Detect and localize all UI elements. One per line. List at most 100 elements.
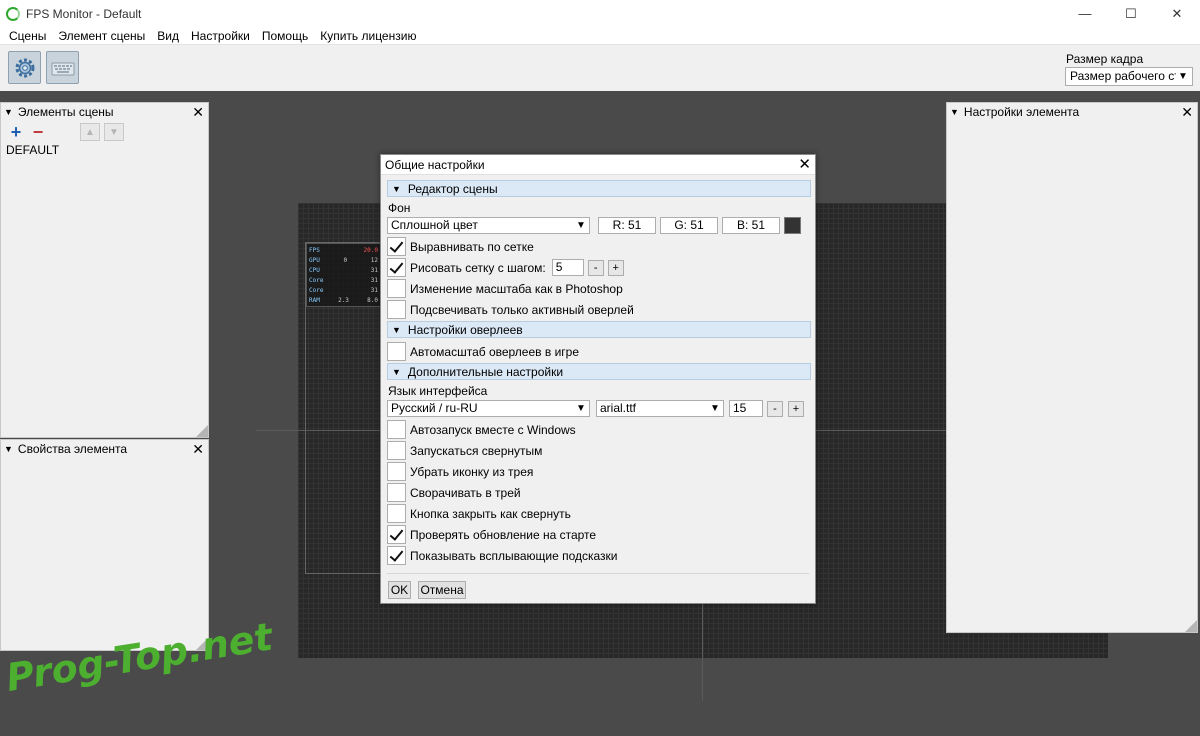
panel-header: ▼ Настройки элемента ✕ bbox=[947, 103, 1197, 121]
collapse-triangle-icon: ▼ bbox=[392, 183, 401, 194]
color-swatch[interactable] bbox=[784, 217, 801, 234]
option-auto-scale[interactable]: Автомасштаб оверлеев в игре bbox=[387, 342, 811, 361]
move-down-button[interactable]: ▼ bbox=[104, 123, 124, 141]
checkbox[interactable] bbox=[387, 483, 406, 502]
background-label: Фон bbox=[388, 201, 411, 215]
font-size-increase-button[interactable]: + bbox=[788, 400, 804, 417]
frame-size-select[interactable]: Размер рабочего ст ▼ bbox=[1065, 67, 1193, 86]
resize-grip-icon[interactable] bbox=[1185, 620, 1197, 632]
option-start-minimized[interactable]: Запускаться свернутым bbox=[387, 441, 811, 460]
option-autostart[interactable]: Автозапуск вместе с Windows bbox=[387, 420, 811, 439]
minimize-button[interactable]: — bbox=[1062, 0, 1108, 27]
section-title: Дополнительные настройки bbox=[407, 364, 564, 379]
background-mode-select[interactable]: Сплошной цвет ▼ bbox=[387, 217, 590, 234]
option-close-as-minimize[interactable]: Кнопка закрыть как свернуть bbox=[387, 504, 811, 523]
panel-title: Настройки элемента bbox=[963, 105, 1080, 119]
overlay-row: FPS 20.0 bbox=[309, 247, 378, 254]
green-field[interactable]: G: 51 bbox=[660, 217, 718, 234]
section-overlay-settings[interactable]: ▼ Настройки оверлеев bbox=[387, 321, 811, 338]
dialog-title-bar: Общие настройки ✕ bbox=[381, 155, 815, 175]
collapse-triangle-icon[interactable]: ▼ bbox=[950, 107, 959, 117]
option-show-tooltips[interactable]: Показывать всплывающие подсказки bbox=[387, 546, 811, 565]
collapse-triangle-icon: ▼ bbox=[392, 324, 401, 335]
checkbox[interactable] bbox=[387, 546, 406, 565]
overlay-preview[interactable]: FPS 20.0 GPU 0 12 CPU 31 Core 31 Core 31 RAM 2.… bbox=[306, 243, 381, 307]
option-check-updates[interactable]: Проверять обновление на старте bbox=[387, 525, 811, 544]
option-draw-grid[interactable]: Рисовать сетку с шагом: 5 - + bbox=[387, 258, 811, 277]
hotkeys-button[interactable] bbox=[46, 51, 79, 84]
checkbox[interactable] bbox=[387, 342, 406, 361]
maximize-button[interactable]: ☐ bbox=[1108, 0, 1154, 27]
window-title: FPS Monitor - Default bbox=[26, 6, 142, 21]
option-highlight-active[interactable]: Подсвечивать только активный оверлей bbox=[387, 300, 811, 319]
option-hide-tray-icon[interactable]: Убрать иконку из трея bbox=[387, 462, 811, 481]
panel-header: ▼ Свойства элемента ✕ bbox=[1, 440, 208, 458]
general-settings-button[interactable] bbox=[8, 51, 41, 84]
close-window-button[interactable]: ✕ bbox=[1154, 0, 1200, 27]
scene-list-item[interactable]: DEFAULT bbox=[1, 143, 208, 157]
close-icon[interactable]: ✕ bbox=[192, 441, 204, 457]
add-element-button[interactable]: + bbox=[6, 122, 26, 142]
checkbox[interactable] bbox=[387, 441, 406, 460]
chevron-down-icon: ▼ bbox=[576, 403, 586, 414]
close-icon[interactable]: ✕ bbox=[192, 104, 204, 120]
menu-settings[interactable]: Настройки bbox=[185, 27, 256, 45]
menu-help[interactable]: Помощь bbox=[256, 27, 314, 45]
close-icon[interactable]: ✕ bbox=[798, 156, 811, 173]
grid-step-increase-button[interactable]: + bbox=[607, 259, 624, 276]
checkbox[interactable] bbox=[387, 279, 406, 298]
collapse-triangle-icon[interactable]: ▼ bbox=[4, 444, 13, 454]
element-properties-panel: ▼ Свойства элемента ✕ bbox=[0, 439, 209, 651]
font-select[interactable]: arial.ttf ▼ bbox=[596, 400, 724, 417]
frame-size-label: Размер кадра bbox=[1066, 52, 1144, 66]
scene-elements-panel: ▼ Элементы сцены ✕ + − ▲ ▼ DEFAULT bbox=[0, 102, 209, 438]
blue-field[interactable]: B: 51 bbox=[722, 217, 780, 234]
overlay-row: Core 31 bbox=[309, 287, 378, 294]
app-logo-icon bbox=[6, 6, 20, 21]
collapse-triangle-icon: ▼ bbox=[392, 366, 401, 377]
language-row: Русский / ru-RU ▼ arial.ttf ▼ 15 - + bbox=[387, 399, 811, 418]
checkbox[interactable] bbox=[387, 258, 406, 277]
menu-scene-element[interactable]: Элемент сцены bbox=[52, 27, 151, 45]
panel-title: Свойства элемента bbox=[17, 442, 128, 456]
ok-button[interactable]: OK bbox=[388, 581, 411, 599]
element-settings-panel: ▼ Настройки элемента ✕ bbox=[946, 102, 1198, 633]
checkbox[interactable] bbox=[387, 462, 406, 481]
panel-header: ▼ Элементы сцены ✕ bbox=[1, 103, 208, 121]
chevron-down-icon: ▼ bbox=[710, 403, 720, 414]
font-size-field[interactable]: 15 bbox=[729, 400, 763, 417]
move-up-button[interactable]: ▲ bbox=[80, 123, 100, 141]
menu-buy-license[interactable]: Купить лицензию bbox=[314, 27, 422, 45]
section-scene-editor[interactable]: ▼ Редактор сцены bbox=[387, 180, 811, 197]
toolbar: Размер кадра Размер рабочего ст ▼ bbox=[0, 45, 1200, 91]
chevron-down-icon: ▼ bbox=[1176, 68, 1190, 85]
language-value: Русский / ru-RU bbox=[391, 401, 478, 415]
close-icon[interactable]: ✕ bbox=[1181, 104, 1193, 120]
dialog-divider bbox=[387, 573, 809, 574]
gear-icon bbox=[15, 58, 34, 77]
checkbox[interactable] bbox=[387, 420, 406, 439]
checkbox[interactable] bbox=[387, 237, 406, 256]
grid-step-decrease-button[interactable]: - bbox=[587, 259, 604, 276]
font-size-decrease-button[interactable]: - bbox=[767, 400, 783, 417]
menu-view[interactable]: Вид bbox=[151, 27, 185, 45]
collapse-triangle-icon[interactable]: ▼ bbox=[4, 107, 13, 117]
checkbox[interactable] bbox=[387, 300, 406, 319]
overlay-row: GPU 0 12 bbox=[309, 257, 378, 264]
section-title: Редактор сцены bbox=[407, 181, 498, 196]
resize-grip-icon[interactable] bbox=[196, 425, 208, 437]
option-minimize-to-tray[interactable]: Сворачивать в трей bbox=[387, 483, 811, 502]
section-additional-settings[interactable]: ▼ Дополнительные настройки bbox=[387, 363, 811, 380]
option-photoshop-zoom[interactable]: Изменение масштаба как в Photoshop bbox=[387, 279, 811, 298]
option-snap-to-grid[interactable]: Выравнивать по сетке bbox=[387, 237, 811, 256]
remove-element-button[interactable]: − bbox=[28, 122, 48, 142]
menu-scenes[interactable]: Сцены bbox=[3, 27, 52, 45]
red-field[interactable]: R: 51 bbox=[598, 217, 656, 234]
checkbox[interactable] bbox=[387, 525, 406, 544]
cancel-button[interactable]: Отмена bbox=[418, 581, 466, 599]
background-row: Сплошной цвет ▼ R: 51 G: 51 B: 51 bbox=[387, 216, 811, 235]
grid-step-field[interactable]: 5 bbox=[551, 259, 584, 276]
overlay-row: RAM 2.3 8.0 bbox=[309, 297, 378, 304]
checkbox[interactable] bbox=[387, 504, 406, 523]
language-select[interactable]: Русский / ru-RU ▼ bbox=[387, 400, 590, 417]
